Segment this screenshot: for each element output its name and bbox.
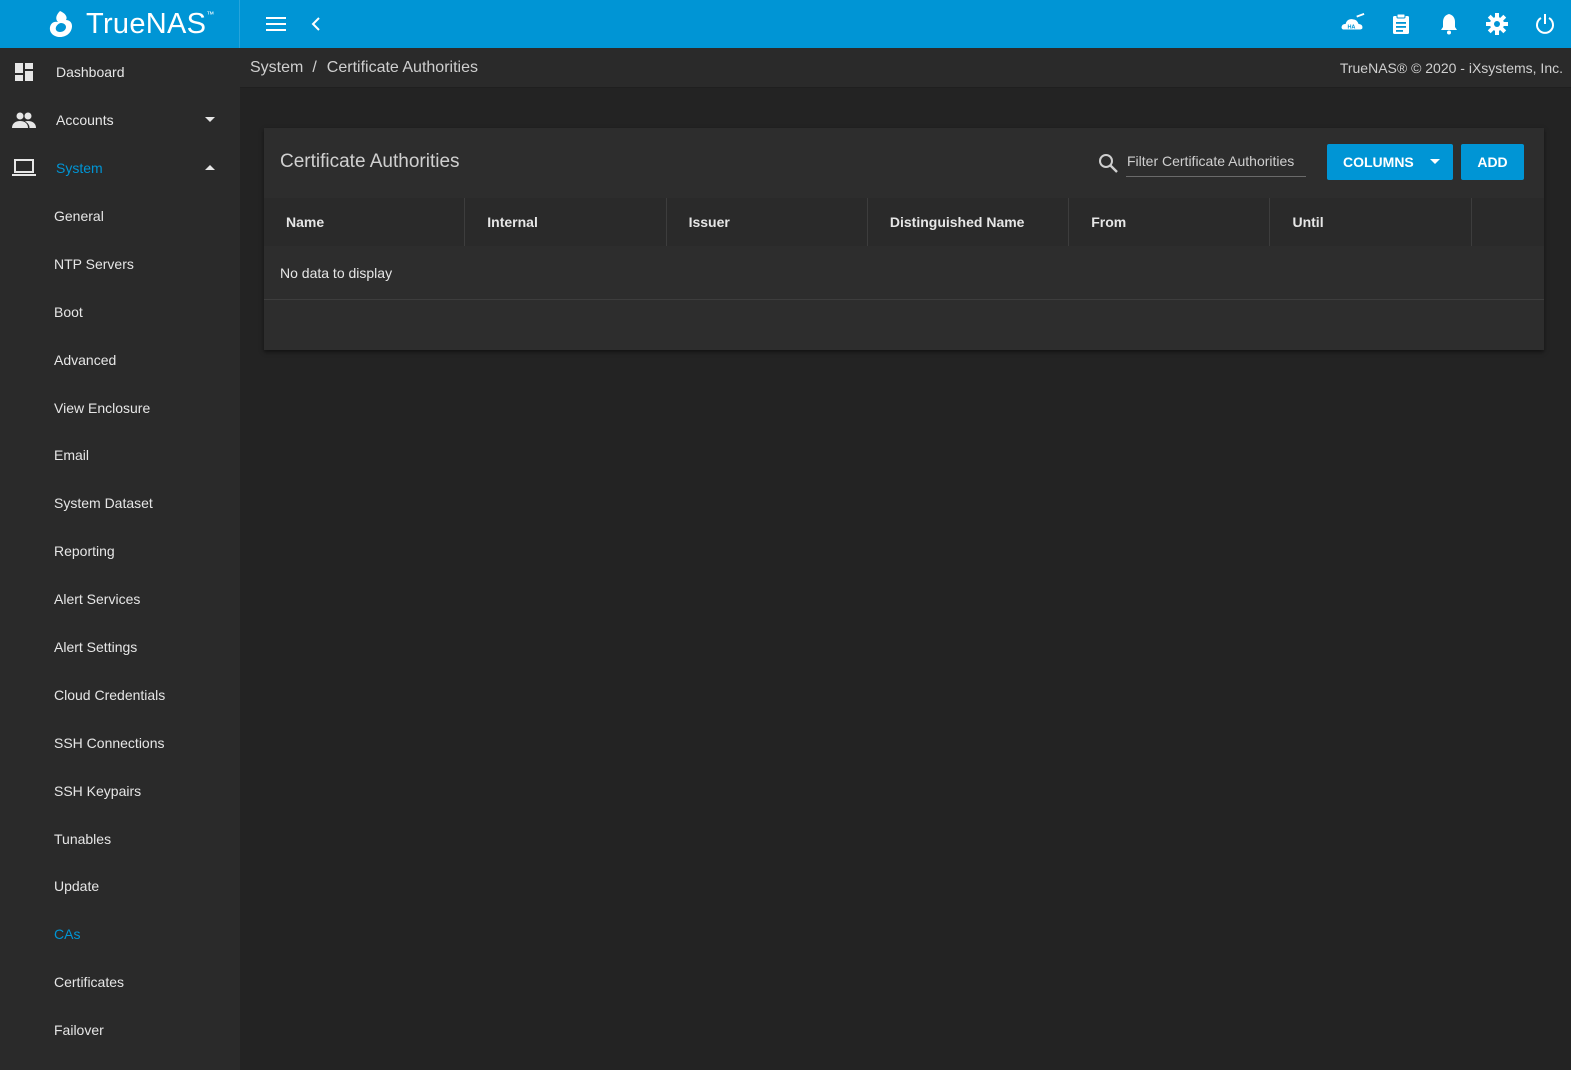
sidebar-subitem-advanced[interactable]: Advanced (0, 336, 240, 384)
empty-table-message: No data to display (264, 246, 1544, 300)
table-footer (264, 300, 1544, 350)
table-header-row: Name Internal Issuer Distinguished Name … (264, 198, 1544, 246)
add-button[interactable]: ADD (1461, 144, 1524, 180)
column-header-distinguished-name[interactable]: Distinguished Name (868, 198, 1070, 246)
ha-status-icon[interactable]: HA (1341, 12, 1365, 36)
notifications-bell-icon[interactable] (1437, 12, 1461, 36)
column-header-internal[interactable]: Internal (465, 198, 667, 246)
sidebar-item-label: Accounts (56, 112, 114, 128)
sidebar: Dashboard Accounts System General NTP Se… (0, 48, 240, 1070)
sidebar-subitem-boot[interactable]: Boot (0, 288, 240, 336)
sidebar-subitem-tunables[interactable]: Tunables (0, 815, 240, 863)
brand[interactable]: TrueNAS ™ (0, 0, 240, 48)
laptop-icon (12, 156, 36, 180)
menu-icon[interactable] (264, 12, 288, 36)
sidebar-subitem-certificates[interactable]: Certificates (0, 958, 240, 1006)
svg-text:HA: HA (1347, 25, 1355, 31)
sidebar-subitem-failover[interactable]: Failover (0, 1006, 240, 1054)
caret-up-icon (204, 162, 216, 174)
filter-input[interactable] (1126, 149, 1306, 177)
page-title: Certificate Authorities (280, 151, 460, 172)
dashboard-icon (12, 60, 36, 84)
sidebar-subitem-ntp-servers[interactable]: NTP Servers (0, 240, 240, 288)
power-icon[interactable] (1533, 12, 1557, 36)
column-header-actions (1472, 198, 1544, 246)
column-header-name[interactable]: Name (264, 198, 466, 246)
sidebar-subitem-system-dataset[interactable]: System Dataset (0, 479, 240, 527)
sidebar-subitem-email[interactable]: Email (0, 431, 240, 479)
breadcrumb-system-link[interactable]: System (250, 59, 303, 77)
breadcrumb-current: Certificate Authorities (326, 58, 478, 76)
sidebar-subitem-view-enclosure[interactable]: View Enclosure (0, 384, 240, 432)
column-header-until[interactable]: Until (1270, 198, 1472, 246)
sidebar-subitem-reporting[interactable]: Reporting (0, 527, 240, 575)
sidebar-subitem-update[interactable]: Update (0, 862, 240, 910)
column-header-issuer[interactable]: Issuer (667, 198, 868, 246)
top-toolbar: TrueNAS ™ HA (0, 0, 1571, 48)
sidebar-item-accounts[interactable]: Accounts (0, 96, 240, 144)
sidebar-subitem-cloud-credentials[interactable]: Cloud Credentials (0, 671, 240, 719)
sidebar-subitem-ssh-keypairs[interactable]: SSH Keypairs (0, 767, 240, 815)
copyright-text: TrueNAS® © 2020 - iXsystems, Inc. (1339, 59, 1563, 76)
sidebar-subitem-alert-settings[interactable]: Alert Settings (0, 623, 240, 671)
sidebar-item-label: System (56, 160, 103, 176)
search-icon (1099, 154, 1118, 173)
sidebar-item-label: Dashboard (56, 64, 125, 80)
columns-button-label: COLUMNS (1343, 154, 1414, 170)
sidebar-item-system[interactable]: System (0, 144, 240, 192)
sidebar-subitem-alert-services[interactable]: Alert Services (0, 575, 240, 623)
breadcrumb-separator: / (312, 58, 317, 76)
sidebar-subitem-cas[interactable]: CAs (0, 910, 240, 958)
people-icon (12, 108, 36, 132)
columns-button[interactable]: COLUMNS (1327, 144, 1453, 180)
truenas-logo-icon (49, 11, 72, 37)
settings-gear-icon[interactable] (1485, 12, 1509, 36)
task-manager-icon[interactable] (1389, 12, 1413, 36)
sidebar-item-dashboard[interactable]: Dashboard (0, 48, 240, 96)
caret-down-icon (204, 114, 216, 126)
sidebar-subitem-ssh-connections[interactable]: SSH Connections (0, 719, 240, 767)
card-header: Certificate Authorities COLUMNS ADD (264, 128, 1544, 198)
certificate-authorities-card: Certificate Authorities COLUMNS ADD Name… (264, 128, 1544, 350)
column-header-from[interactable]: From (1069, 198, 1271, 246)
caret-down-icon (1430, 159, 1440, 164)
brand-name: TrueNAS (86, 7, 207, 40)
sidebar-subitem-general[interactable]: General (0, 192, 240, 240)
brand-trademark: ™ (206, 10, 215, 19)
breadcrumb: System / Certificate Authorities TrueNAS… (240, 48, 1571, 88)
chevron-left-icon[interactable] (304, 12, 328, 36)
